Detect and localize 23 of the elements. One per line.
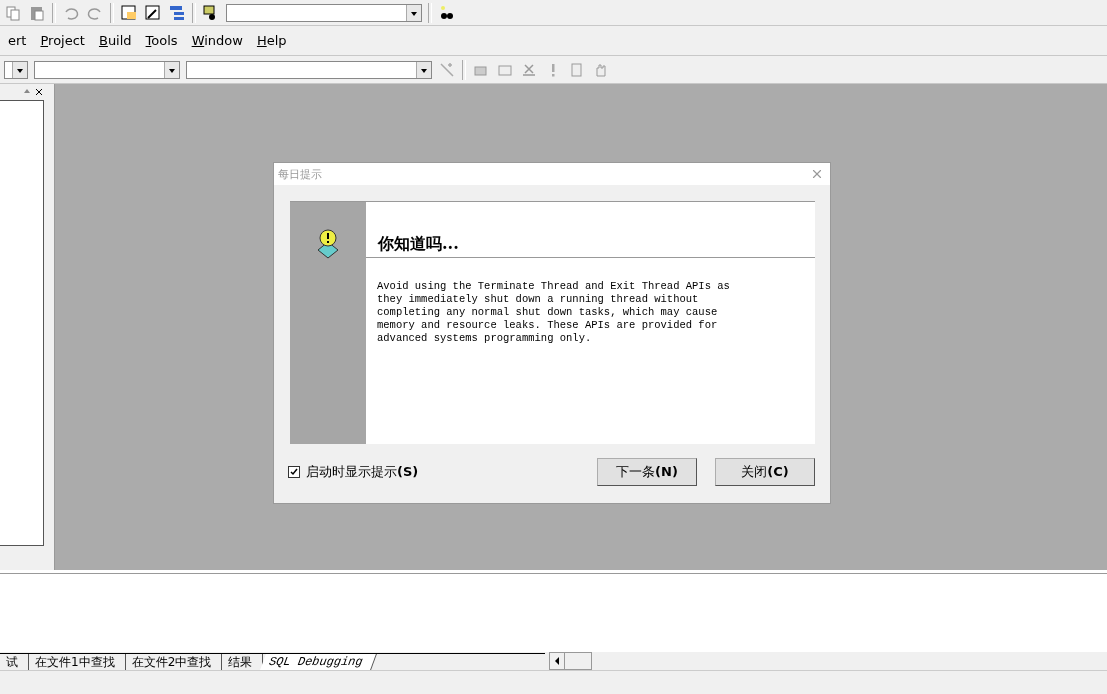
menu-item[interactable]: Project	[36, 33, 89, 48]
hierarchy-icon[interactable]	[168, 3, 186, 22]
dialog-button[interactable]: 关闭(C)	[715, 458, 815, 486]
dialog-title: 每日提示	[278, 166, 322, 182]
menu-item[interactable]: Build	[94, 33, 136, 48]
checkbox[interactable]	[288, 466, 300, 478]
menu-item[interactable]: Window	[187, 33, 247, 48]
copy-icon[interactable]	[4, 3, 22, 22]
wand-icon[interactable]	[438, 60, 456, 79]
left-arrow-icon[interactable]	[554, 657, 560, 665]
dialog-button[interactable]: 下一条(N)	[597, 458, 697, 486]
workspace-icon[interactable]	[120, 3, 138, 22]
menu-item[interactable]: Help	[252, 33, 291, 48]
menu-item[interactable]: ert	[4, 33, 31, 48]
tip-heading: 你知道吗...	[366, 202, 815, 258]
class-combo[interactable]	[4, 60, 28, 79]
menu-item[interactable]: Tools	[141, 33, 182, 48]
close-icon[interactable]	[34, 87, 44, 97]
binoculars-icon[interactable]	[438, 3, 456, 22]
tab-scrollbar[interactable]	[549, 652, 592, 670]
tip-text: Avoid using the Terminate Thread and Exit Thread APIs as they immediately shut down a running thread without completing any normal shut down tasks, which may cause memory and resource leaks. These APIs are provided for advanced systems programming only.	[376, 279, 731, 345]
output-tab[interactable]: SQL Debugging	[260, 653, 377, 670]
checkbox-label: 启动时显示提示(S)	[306, 463, 419, 481]
